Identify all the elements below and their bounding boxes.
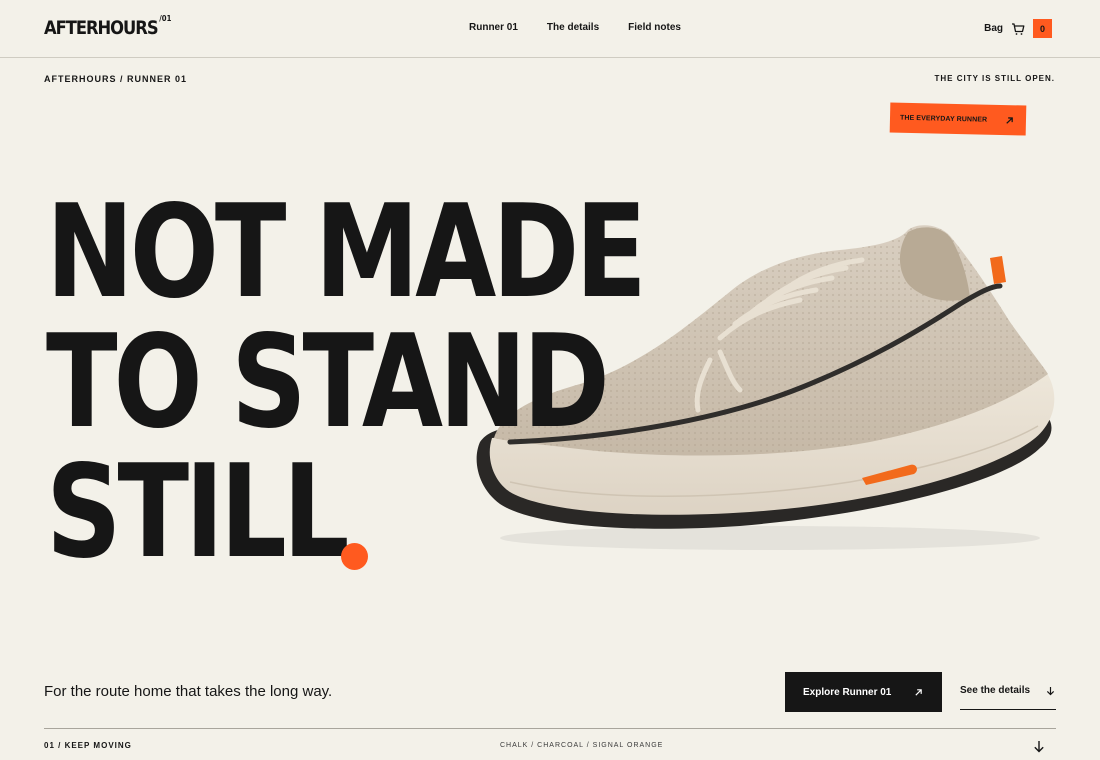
arrow-down-icon <box>1046 686 1055 695</box>
everyday-runner-sticker[interactable]: THE EVERYDAY RUNNER <box>889 102 1027 136</box>
sticker-label: THE EVERYDAY RUNNER <box>899 114 988 124</box>
bag-count-badge: 0 <box>1033 19 1052 38</box>
see-details-link[interactable]: See the details <box>960 672 1056 710</box>
see-details-label: See the details <box>960 685 1031 696</box>
shopping-bag-icon <box>1012 22 1025 35</box>
nav-link-field-notes[interactable]: Field notes <box>628 22 681 33</box>
explore-runner-button[interactable]: Explore Runner 01 <box>785 672 942 712</box>
headline-line-2: TO STAND <box>46 308 610 457</box>
arrow-up-right-icon <box>915 688 922 696</box>
main-nav: Runner 01 The details Field notes <box>469 22 681 33</box>
colorway-list: CHALK / CHARCOAL / SIGNAL ORANGE <box>500 742 664 749</box>
hero-headline: NOT MADE TO STAND STILL <box>46 178 647 578</box>
breadcrumb: AFTERHOURS / RUNNER 01 <box>44 74 188 84</box>
logo-superscript: /01 <box>159 13 172 23</box>
brand-logo[interactable]: AFTERHOURS/01 <box>44 13 172 39</box>
bag-button[interactable]: Bag 0 <box>984 19 1052 38</box>
nav-link-runner-01[interactable]: Runner 01 <box>469 22 518 33</box>
hero-lede: For the route home that takes the long w… <box>44 683 333 700</box>
tagline: THE CITY IS STILL OPEN. <box>934 74 1055 83</box>
arrow-up-right-icon <box>1006 116 1013 124</box>
top-bar: AFTERHOURS/01 Runner 01 The details Fiel… <box>0 0 1100 58</box>
scroll-down-arrow-icon[interactable] <box>1033 740 1045 753</box>
footer-divider <box>44 728 1056 729</box>
nav-link-the-details[interactable]: The details <box>547 22 599 33</box>
explore-runner-label: Explore Runner 01 <box>803 686 892 698</box>
section-label: 01 / KEEP MOVING <box>44 741 132 750</box>
headline-line-1: NOT MADE <box>46 178 647 327</box>
accent-dot <box>341 543 368 570</box>
bag-label: Bag <box>984 23 1003 34</box>
